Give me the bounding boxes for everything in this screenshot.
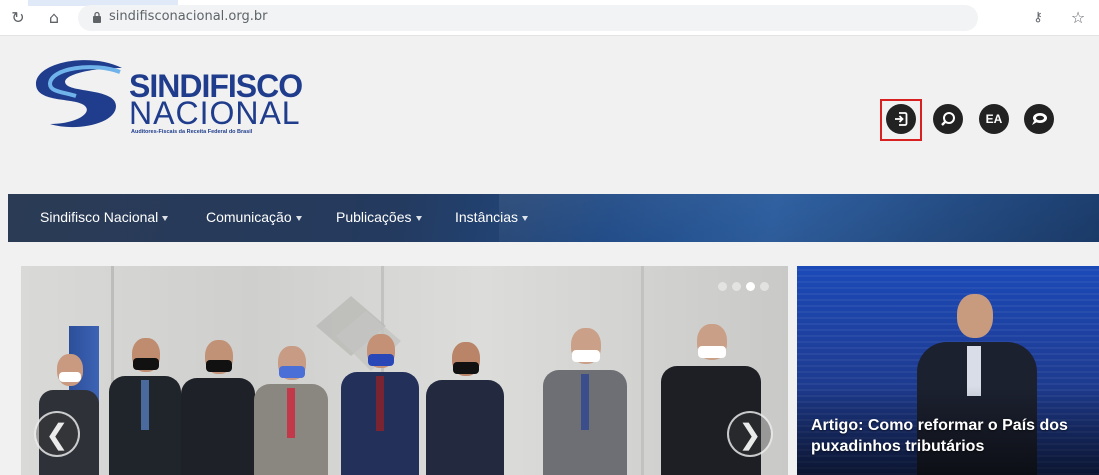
caret-down-icon [415,215,422,221]
slider-dot[interactable] [760,282,769,291]
login-icon[interactable] [886,104,916,134]
nav-item-label: Instâncias [455,209,519,225]
logo-tagline: Auditores-Fiscais da Receita Federal do … [131,129,253,135]
nav-item-publicacoes[interactable]: Publicações [336,209,422,225]
home-icon[interactable]: ⌂ [44,8,64,28]
nav-item-instancias[interactable]: Instâncias [455,209,529,225]
person-figure [109,338,181,475]
caret-down-icon [295,215,302,221]
person-figure [426,342,504,475]
nav-item-comunicacao[interactable]: Comunicação [206,209,302,225]
nav-item-label: Sindifisco Nacional [40,209,159,225]
person-figure [181,340,255,475]
nav-item-label: Publicações [336,209,412,225]
logo-wordmark-bottom: NACIONAL [129,95,301,131]
chevron-right-icon: ❯ [738,417,762,451]
nav-sheen [499,194,1099,242]
slider-dot[interactable] [732,282,741,291]
reload-icon[interactable]: ↻ [8,8,28,28]
star-icon[interactable]: ☆ [1068,8,1088,28]
ea-label: EA [985,112,1003,126]
nav-item-label: Comunicação [206,209,292,225]
slider-prev-button[interactable]: ❮ [34,411,80,457]
lock-icon [93,11,101,23]
chat-icon[interactable] [1024,104,1054,134]
browser-toolbar: ↻ ⌂ sindifisconacional.org.br ⚷ ☆ [0,0,1099,36]
wall-seam [641,266,644,475]
logo-swoosh-icon [36,60,122,128]
slider-dot-active[interactable] [746,282,755,291]
person-figure [254,346,328,475]
speaker-head [957,294,993,338]
side-card-caption[interactable]: Artigo: Como reformar o País dos puxadin… [811,415,1099,457]
slider-dot[interactable] [718,282,727,291]
ea-icon[interactable]: EA [979,104,1009,134]
caret-down-icon [162,215,169,221]
main-nav: Sindifisco Nacional Comunicação Publicaç… [8,194,1099,242]
nav-item-sindifisco-nacional[interactable]: Sindifisco Nacional [40,209,169,225]
url-text[interactable]: sindifisconacional.org.br [109,9,267,24]
search-icon[interactable] [933,104,963,134]
key-icon[interactable]: ⚷ [1028,8,1048,28]
person-figure [543,328,627,475]
news-slider[interactable] [21,266,788,475]
slider-next-button[interactable]: ❯ [727,411,773,457]
side-news-card[interactable]: Artigo: Como reformar o País dos puxadin… [797,266,1099,475]
chevron-left-icon: ❮ [45,417,69,451]
person-figure [341,334,419,475]
caret-down-icon [522,215,529,221]
site-logo[interactable]: SINDIFISCO NACIONAL Auditores-Fiscais da… [30,58,303,138]
site-header: SINDIFISCO NACIONAL Auditores-Fiscais da… [0,36,1099,194]
